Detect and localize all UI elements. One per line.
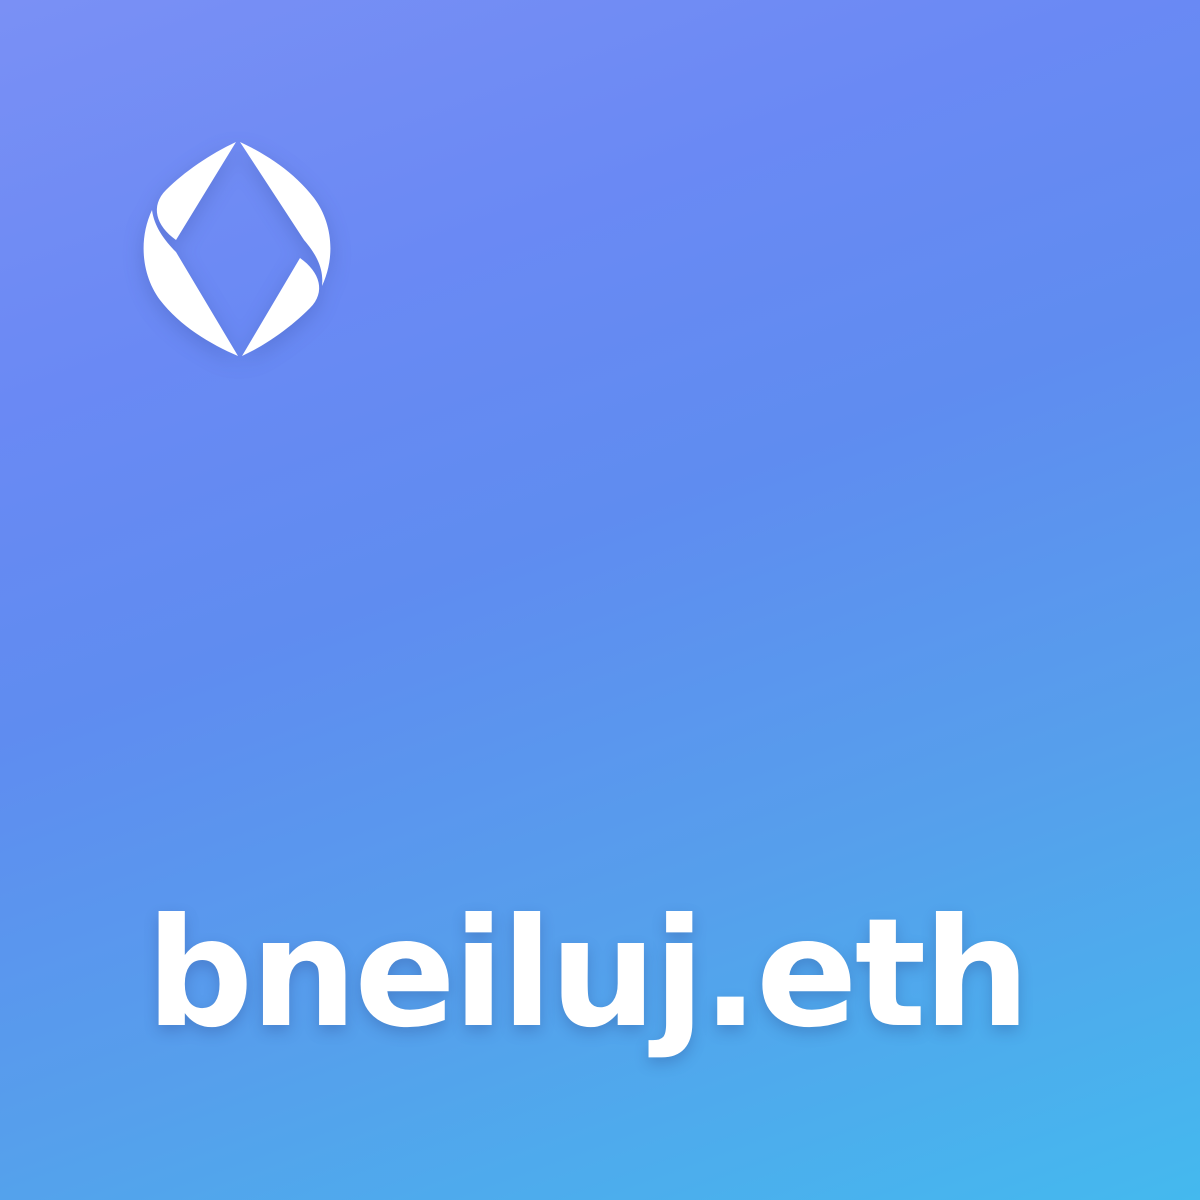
ens-logo-icon <box>140 140 334 358</box>
ens-domain-name: bneiluj.eth <box>146 887 1030 1061</box>
ens-name-card: bneiluj.eth <box>0 0 1200 1200</box>
